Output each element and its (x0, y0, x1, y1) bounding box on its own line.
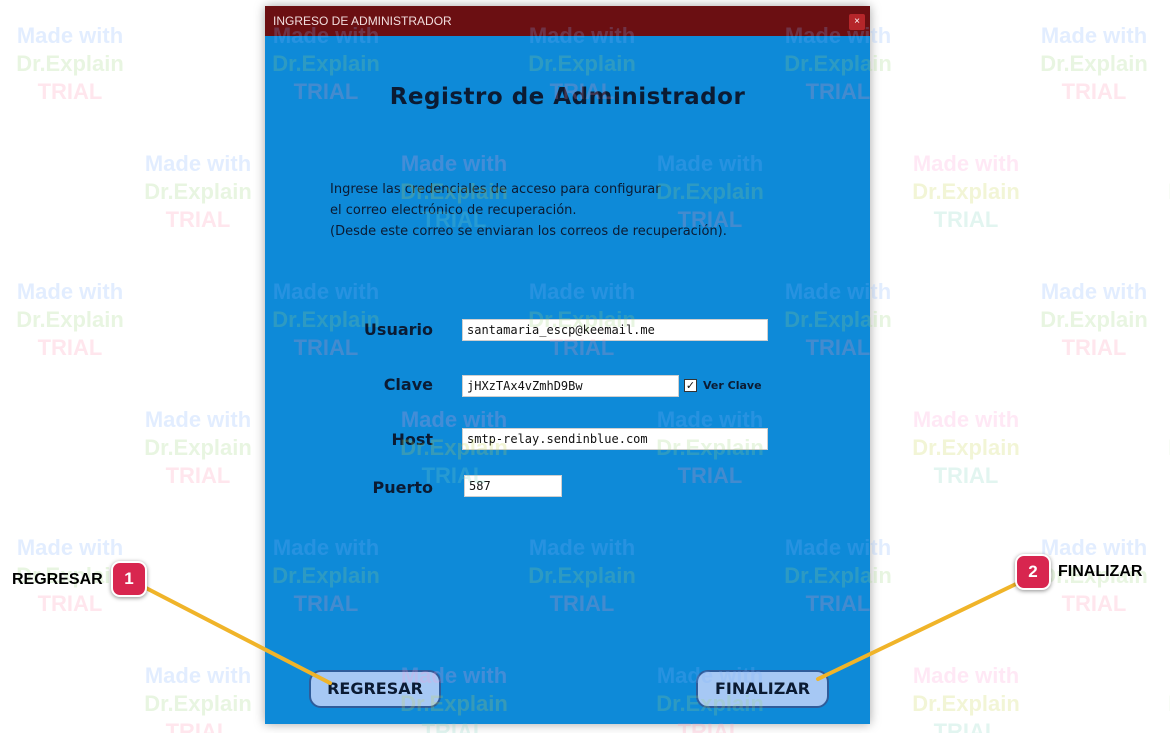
callout-1-label: REGRESAR (12, 571, 103, 588)
usuario-input[interactable]: santamaria_escp@keemail.me (462, 319, 768, 341)
watermark-text: TRIAL (37, 335, 103, 360)
watermark-text: TRIAL (165, 719, 231, 733)
watermark-tile: Made withDr.ExplainTRIAL (1157, 150, 1170, 234)
watermark-text: TRIAL (933, 463, 999, 488)
watermark-text: TRIAL (1061, 591, 1127, 616)
show-password-checkbox[interactable]: ✓ Ver Clave (684, 379, 762, 392)
watermark-text: Dr.Explain (1157, 178, 1170, 206)
admin-login-dialog: INGRESO DE ADMINISTRADOR × Registro de A… (265, 6, 870, 724)
watermark-text: Dr.Explain (1157, 690, 1170, 718)
watermark-text: TRIAL (1061, 335, 1127, 360)
show-password-label: Ver Clave (703, 379, 762, 392)
instructions-line: Ingrese las credenciales de acceso para … (330, 182, 661, 197)
watermark-text: Dr.Explain (1157, 434, 1170, 462)
watermark-text: TRIAL (1157, 718, 1170, 733)
clave-input[interactable]: jHXzTAx4vZmhD9Bw (462, 375, 679, 397)
watermark-tile: Made with Dr.Explain TRIAL (1029, 278, 1159, 362)
watermark-text: Dr.Explain (912, 691, 1020, 716)
callout-2-badge: 2 (1015, 554, 1051, 590)
watermark-text: TRIAL (1157, 462, 1170, 490)
watermark-text: TRIAL (1061, 79, 1127, 104)
regresar-button[interactable]: REGRESAR (309, 670, 441, 708)
watermark-text: Made with (1157, 150, 1170, 178)
watermark-text: Made with (16, 23, 124, 48)
finalizar-button[interactable]: FINALIZAR (696, 670, 829, 708)
watermark-text: Dr.Explain (912, 179, 1020, 204)
watermark-text: TRIAL (165, 463, 231, 488)
watermark-tile: Made with Dr.Explain TRIAL (133, 150, 263, 234)
watermark-text: TRIAL (933, 207, 999, 232)
watermark-text: TRIAL (933, 719, 999, 733)
usuario-label: Usuario (363, 320, 433, 339)
puerto-input[interactable]: 587 (464, 475, 562, 497)
instructions-line: el correo electrónico de recuperación. (330, 203, 577, 218)
watermark-text: Dr.Explain (1040, 51, 1148, 76)
clave-label: Clave (383, 375, 433, 394)
host-label: Host (391, 430, 433, 449)
watermark-text: Made with (16, 279, 124, 304)
watermark-tile: Made with Dr.Explain TRIAL (133, 406, 263, 490)
watermark-text: TRIAL (1157, 206, 1170, 234)
watermark-text: Dr.Explain (144, 691, 252, 716)
watermark-text: TRIAL (37, 79, 103, 104)
watermark-text: TRIAL (37, 591, 103, 616)
host-input[interactable]: smtp-relay.sendinblue.com (462, 428, 768, 450)
form-heading: Registro de Administrador (389, 84, 746, 110)
watermark-tile: Made with Dr.Explain TRIAL (1029, 534, 1159, 618)
watermark-tile: Made with Dr.Explain TRIAL (901, 406, 1031, 490)
instructions-text: Ingrese las credenciales de acceso para … (330, 179, 830, 242)
watermark-text: Dr.Explain (16, 307, 124, 332)
callout-2-label: FINALIZAR (1058, 563, 1143, 580)
watermark-text: Made with (144, 663, 252, 688)
watermark-text: Dr.Explain (144, 179, 252, 204)
watermark-text: Made with (912, 151, 1020, 176)
callout-1-badge: 1 (111, 561, 147, 597)
watermark-text: Made with (1040, 279, 1148, 304)
window-titlebar: INGRESO DE ADMINISTRADOR × (265, 6, 870, 36)
watermark-tile: Made with Dr.Explain TRIAL (5, 22, 135, 106)
watermark-tile: Made withDr.ExplainTRIAL (1157, 662, 1170, 733)
close-button[interactable]: × (849, 14, 865, 30)
watermark-tile: Made with Dr.Explain TRIAL (133, 662, 263, 733)
watermark-tile: Made withDr.ExplainTRIAL (1157, 406, 1170, 490)
watermark-text: Made with (144, 407, 252, 432)
watermark-text: Made with (912, 407, 1020, 432)
watermark-tile: Made with Dr.Explain TRIAL (5, 534, 135, 618)
watermark-text: Dr.Explain (912, 435, 1020, 460)
watermark-tile: Made with Dr.Explain TRIAL (901, 662, 1031, 733)
watermark-text: Dr.Explain (144, 435, 252, 460)
watermark-text: Made with (16, 535, 124, 560)
instructions-line: (Desde este correo se enviaran los corre… (330, 224, 727, 239)
watermark-text: Made with (1040, 23, 1148, 48)
checkbox-check-icon[interactable]: ✓ (684, 379, 697, 392)
watermark-text: Dr.Explain (16, 563, 124, 588)
watermark-text: Made with (1040, 535, 1148, 560)
puerto-label: Puerto (372, 478, 434, 497)
watermark-text: TRIAL (165, 207, 231, 232)
watermark-text: Dr.Explain (1040, 563, 1148, 588)
watermark-tile: Made with Dr.Explain TRIAL (5, 278, 135, 362)
watermark-text: Made with (144, 151, 252, 176)
watermark-tile: Made with Dr.Explain TRIAL (1029, 22, 1159, 106)
watermark-text: Made with (912, 663, 1020, 688)
watermark-text: Made with (1157, 406, 1170, 434)
watermark-text: Dr.Explain (16, 51, 124, 76)
watermark-text: Made with (1157, 662, 1170, 690)
watermark-tile: Made with Dr.Explain TRIAL (901, 150, 1031, 234)
watermark-text: Dr.Explain (1040, 307, 1148, 332)
window-title: INGRESO DE ADMINISTRADOR (273, 14, 452, 28)
